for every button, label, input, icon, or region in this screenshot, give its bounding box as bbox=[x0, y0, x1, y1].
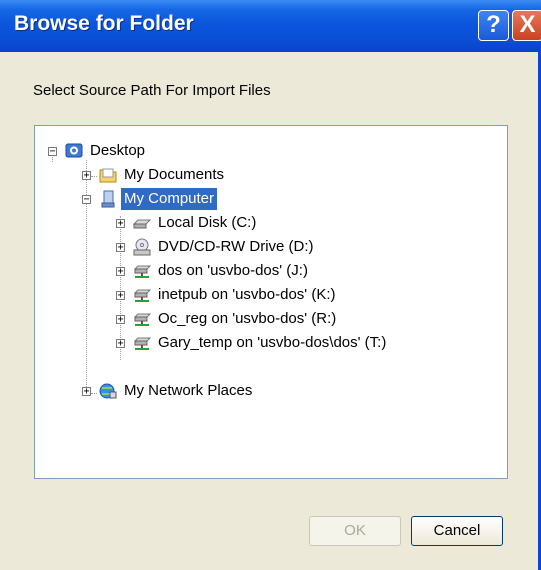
cancel-button[interactable]: Cancel bbox=[411, 516, 503, 546]
help-button[interactable]: ? bbox=[478, 10, 509, 41]
computer-icon bbox=[99, 190, 117, 208]
network-drive-icon bbox=[133, 286, 152, 304]
tree-item-label: My Documents bbox=[124, 166, 225, 183]
tree-item-label: Gary_temp on 'usvbo-dos\dos' (T:) bbox=[158, 334, 387, 351]
tree-item-label: Desktop bbox=[90, 142, 146, 159]
tree-item-my-computer[interactable]: − My Computer bbox=[35, 188, 505, 210]
tree-item-desktop[interactable]: − Desktop bbox=[35, 140, 505, 162]
tree-item-dvd-drive[interactable]: + DVD/CD-RW Drive (D:) bbox=[35, 236, 505, 258]
hard-drive-icon bbox=[132, 214, 152, 232]
network-drive-icon bbox=[133, 334, 152, 352]
tree-item-my-network-places[interactable]: + My Network Places bbox=[35, 380, 505, 402]
expand-toggle[interactable]: + bbox=[116, 267, 125, 277]
tree-item-network-drive-k[interactable]: + inetpub on 'usvbo-dos' (K:) bbox=[35, 284, 505, 306]
close-button[interactable]: X bbox=[512, 10, 541, 41]
tree-item-label: Local Disk (C:) bbox=[158, 214, 257, 231]
network-drive-icon bbox=[133, 262, 152, 280]
cd-drive-icon bbox=[133, 238, 151, 256]
tree-item-my-documents[interactable]: + My Documents bbox=[35, 164, 505, 186]
tree-item-local-disk[interactable]: + Local Disk (C:) bbox=[35, 212, 505, 234]
tree-item-network-drive-t[interactable]: + Gary_temp on 'usvbo-dos\dos' (T:) bbox=[35, 332, 505, 354]
tree-item-label: Oc_reg on 'usvbo-dos' (R:) bbox=[158, 310, 337, 327]
title-bar[interactable]: Browse for Folder ? X bbox=[0, 0, 541, 52]
folder-tree[interactable]: − Desktop + My Documents − My Computer + bbox=[34, 125, 508, 479]
tree-item-label: My Computer bbox=[121, 188, 218, 210]
tree-item-label: DVD/CD-RW Drive (D:) bbox=[158, 238, 314, 255]
expand-toggle[interactable]: + bbox=[116, 219, 125, 229]
expand-toggle[interactable]: + bbox=[116, 243, 125, 253]
ok-button[interactable]: OK bbox=[309, 516, 401, 546]
expand-toggle[interactable]: + bbox=[82, 171, 91, 181]
expand-toggle[interactable]: + bbox=[82, 387, 91, 397]
desktop-icon bbox=[65, 142, 83, 160]
expand-toggle[interactable]: + bbox=[116, 291, 125, 301]
tree-item-network-drive-j[interactable]: + dos on 'usvbo-dos' (J:) bbox=[35, 260, 505, 282]
folder-icon bbox=[99, 166, 117, 184]
tree-item-label: dos on 'usvbo-dos' (J:) bbox=[158, 262, 308, 279]
tree-item-label: inetpub on 'usvbo-dos' (K:) bbox=[158, 286, 336, 303]
tree-item-label: My Network Places bbox=[124, 382, 253, 399]
collapse-toggle[interactable]: − bbox=[82, 195, 91, 205]
dialog-title: Browse for Folder bbox=[14, 12, 194, 35]
collapse-toggle[interactable]: − bbox=[48, 147, 57, 157]
browse-folder-dialog: Browse for Folder ? X Select Source Path… bbox=[0, 0, 541, 570]
prompt-text: Select Source Path For Import Files bbox=[33, 82, 271, 99]
tree-item-network-drive-r[interactable]: + Oc_reg on 'usvbo-dos' (R:) bbox=[35, 308, 505, 330]
network-places-icon bbox=[99, 382, 117, 400]
expand-toggle[interactable]: + bbox=[116, 339, 125, 349]
expand-toggle[interactable]: + bbox=[116, 315, 125, 325]
network-drive-icon bbox=[133, 310, 152, 328]
